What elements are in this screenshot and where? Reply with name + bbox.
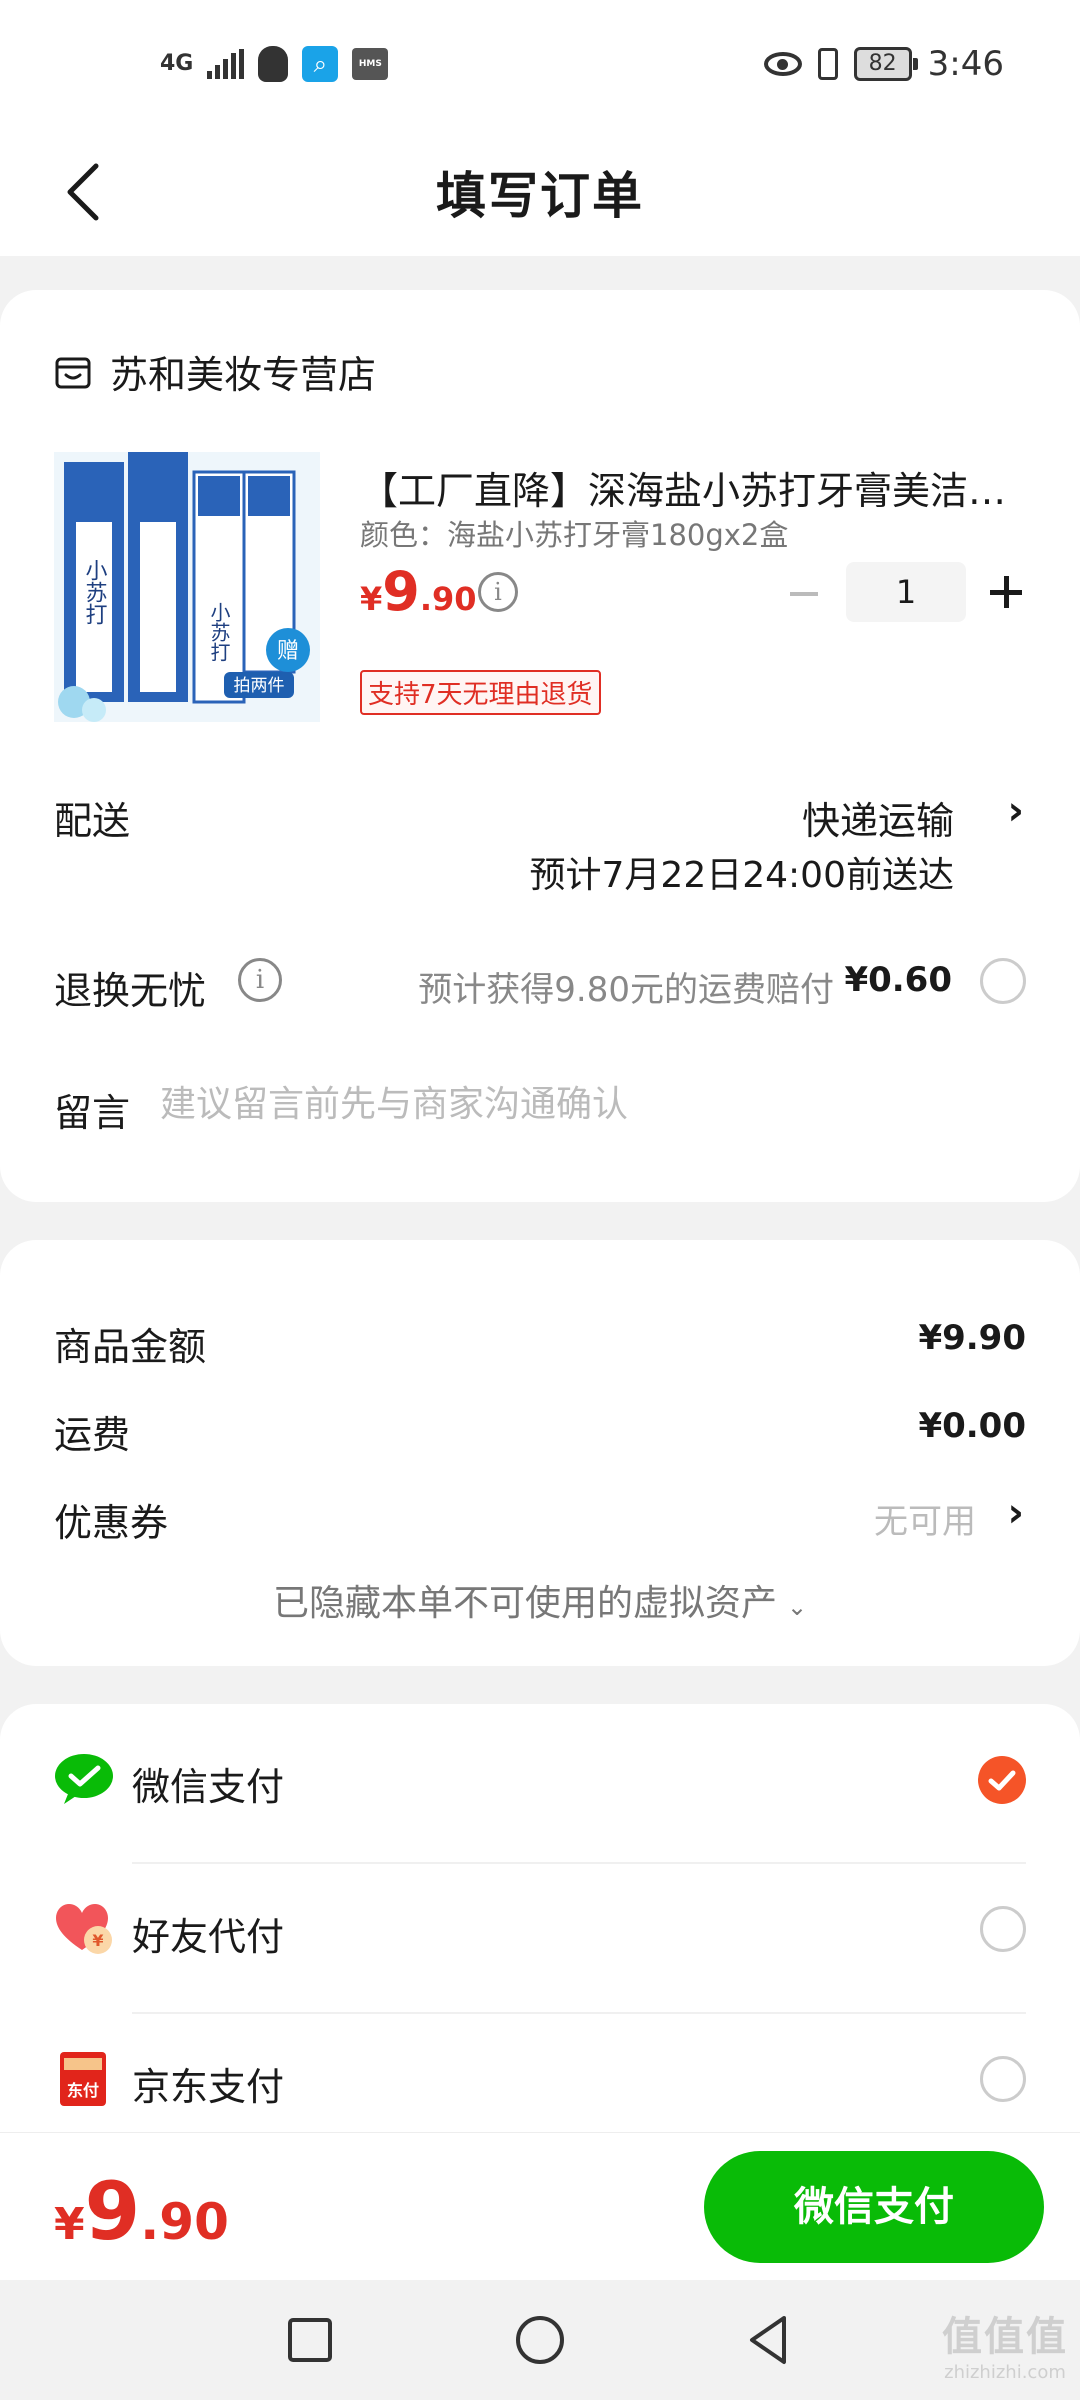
page-title: 填写订单: [436, 167, 644, 225]
payment-label: 京东支付: [132, 2065, 285, 2109]
signal-icon: [207, 49, 245, 79]
delivery-estimate: 预计7月22日24:00前送达: [529, 855, 954, 896]
goods-amount-value: ¥9.90: [918, 1318, 1026, 1358]
delivery-label: 配送: [54, 799, 131, 843]
product-badge-text: 拍两件: [234, 676, 285, 696]
hidden-assets-text: 已隐藏本单不可使用的虚拟资产: [272, 1583, 777, 1624]
coupon-value[interactable]: 无可用: [874, 1494, 976, 1543]
jd-pay-icon-text: 东付: [67, 2081, 99, 2100]
nav-back-icon[interactable]: [740, 2310, 800, 2370]
product-gift-text: 赠: [277, 639, 299, 664]
store-icon: [55, 357, 91, 388]
watermark-site: zhizhizhi.com: [944, 2362, 1066, 2383]
status-left-icons: 4G ⌕ HMS: [160, 46, 389, 82]
vibrate-icon: [817, 48, 838, 80]
payment-radio-checked[interactable]: [978, 1756, 1026, 1804]
payment-label: 好友代付: [132, 1915, 285, 1959]
payment-label: 微信支付: [132, 1765, 285, 1809]
clock: 3:46: [927, 44, 1004, 84]
payment-radio[interactable]: [980, 1906, 1026, 1952]
return-insurance-price: ¥0.60: [844, 960, 952, 1000]
watermark: 值值值 zhizhizhi.com: [942, 2304, 1068, 2383]
product-brand-text: 小苏打: [82, 559, 108, 625]
delivery-method[interactable]: 快递运输: [802, 790, 954, 845]
store-row[interactable]: 苏和美妆专营店: [54, 344, 376, 399]
goods-amount-label: 商品金额: [54, 1325, 207, 1369]
status-bar: 4G ⌕ HMS 82 3:46: [0, 0, 1080, 130]
product-spec: 颜色：海盐小苏打牙膏180gx2盒: [360, 518, 789, 552]
product-image[interactable]: 小苏打 小苏打 赠 拍两件: [54, 452, 320, 722]
battery-icon: 82: [853, 47, 918, 81]
shipping-fee-label: 运费: [54, 1413, 131, 1457]
jd-pay-icon: 东付: [60, 2052, 106, 2106]
price-info-icon[interactable]: i: [478, 572, 518, 612]
status-right-icons: 82 3:46: [763, 44, 1004, 84]
checkout-bar: ¥ 9 .90 微信支付: [0, 2132, 1080, 2280]
return-insurance-label: 退换无忧: [54, 969, 207, 1013]
shipping-fee-value: ¥0.00: [918, 1406, 1026, 1446]
price-currency: ¥: [360, 580, 383, 618]
chevron-right-icon[interactable]: ›: [1008, 1490, 1024, 1536]
return-policy-badge: 支持7天无理由退货: [360, 670, 601, 715]
eye-icon: [763, 52, 802, 76]
hms-icon: HMS: [352, 48, 389, 80]
product-price: ¥ 9 .90: [360, 560, 477, 623]
message-input[interactable]: [160, 1074, 1020, 1134]
qq-icon: [258, 46, 289, 82]
return-insurance-desc: 预计获得9.80元的运费赔付: [418, 970, 834, 1010]
hidden-assets-toggle[interactable]: 已隐藏本单不可使用的虚拟资产 ⌄: [0, 1574, 1080, 1626]
watermark-logo: 值值值: [942, 2314, 1068, 2360]
store-name: 苏和美妆专营店: [110, 353, 377, 397]
payment-option-friend[interactable]: ¥ 好友代付: [0, 1854, 1080, 2004]
return-info-icon[interactable]: i: [238, 958, 282, 1002]
message-label: 留言: [54, 1091, 131, 1135]
search-app-icon: ⌕: [302, 46, 339, 82]
chevron-down-icon: ⌄: [786, 1593, 808, 1621]
order-card: 苏和美妆专营店 小苏打 小苏打 赠 拍两件 【工厂直降】深海盐小苏打牙膏美洁白去…: [0, 290, 1080, 1202]
summary-card: 商品金额 ¥9.90 运费 ¥0.00 优惠券 无可用 › 已隐藏本单不可使用的…: [0, 1240, 1080, 1666]
return-insurance-radio[interactable]: [980, 958, 1026, 1004]
page-header: 填写订单: [0, 130, 1080, 256]
quantity-decrease-button[interactable]: [784, 574, 824, 614]
price-decimal: .90: [419, 580, 477, 618]
friend-pay-icon-text: ¥: [92, 1931, 103, 1950]
total-currency: ¥: [54, 2199, 85, 2250]
chevron-right-icon[interactable]: ›: [1008, 788, 1024, 834]
total-price: ¥ 9 .90: [54, 2165, 229, 2258]
payment-option-wechat[interactable]: 微信支付: [0, 1704, 1080, 1854]
recent-apps-icon[interactable]: [280, 2310, 340, 2370]
total-decimal: .90: [140, 2193, 229, 2251]
product-brand-text-2: 小苏打: [207, 602, 231, 662]
pay-button[interactable]: 微信支付: [704, 2151, 1044, 2263]
product-title[interactable]: 【工厂直降】深海盐小苏打牙膏美洁白去黄口臭清新口气: [360, 460, 1030, 515]
wechat-pay-icon: [55, 1754, 113, 1804]
total-integer: 9: [84, 2165, 141, 2258]
system-nav-bar: 值值值 zhizhizhi.com: [0, 2280, 1080, 2400]
coupon-label: 优惠券: [54, 1501, 169, 1545]
network-type: 4G: [160, 51, 194, 76]
friend-pay-icon: ¥: [56, 1904, 112, 1954]
quantity-value[interactable]: 1: [846, 562, 966, 622]
payment-methods-card: 微信支付 ¥ 好友代付 东付 京东支付: [0, 1704, 1080, 2164]
payment-radio[interactable]: [980, 2056, 1026, 2102]
price-integer: 9: [382, 560, 420, 623]
quantity-increase-button[interactable]: [984, 570, 1028, 614]
home-icon[interactable]: [510, 2310, 570, 2370]
